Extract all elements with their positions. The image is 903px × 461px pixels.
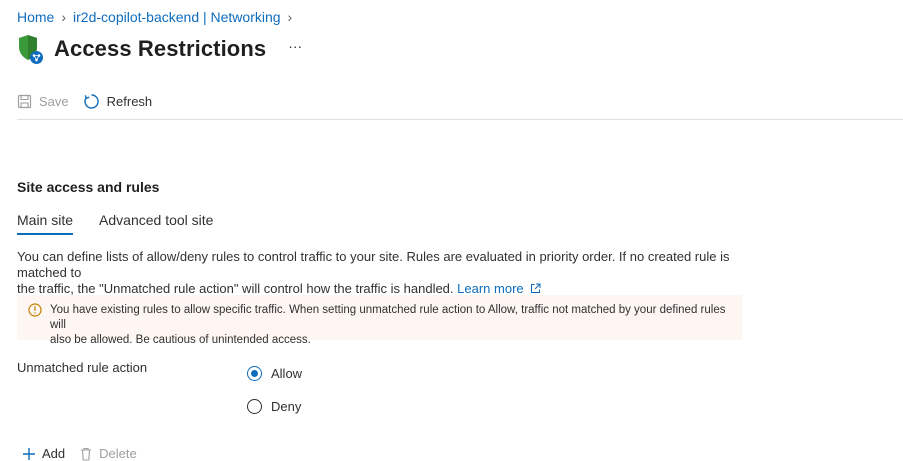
radio-deny[interactable]: Deny xyxy=(247,399,301,414)
site-tabs: Main site Advanced tool site xyxy=(17,212,239,235)
chevron-right-icon: › xyxy=(61,9,67,25)
chevron-right-icon: › xyxy=(287,9,293,25)
radio-deny-label: Deny xyxy=(271,399,302,414)
warning-line-2: also be allowed. Be cautious of unintend… xyxy=(50,334,311,346)
refresh-icon xyxy=(83,93,99,109)
section-title: Site access and rules xyxy=(17,179,160,195)
breadcrumb-networking-link[interactable]: ir2d-copilot-backend | Networking xyxy=(73,9,281,25)
description-line-2: the traffic, the "Unmatched rule action"… xyxy=(17,281,454,296)
trash-icon xyxy=(81,447,92,461)
add-icon xyxy=(23,447,35,460)
warning-banner: You have existing rules to allow specifi… xyxy=(17,295,742,346)
command-bar: Save Refresh xyxy=(17,90,166,112)
add-label: Add xyxy=(42,446,66,461)
tab-main-site[interactable]: Main site xyxy=(17,212,74,235)
radio-allow[interactable]: Allow xyxy=(247,366,302,381)
learn-more-label: Learn more xyxy=(457,281,524,296)
unmatched-rule-action-label: Unmatched rule action xyxy=(17,360,148,375)
save-icon xyxy=(17,94,32,108)
save-button[interactable]: Save xyxy=(17,94,69,109)
divider xyxy=(17,119,903,120)
shield-network-icon xyxy=(19,35,43,64)
add-rule-button[interactable]: Add xyxy=(22,446,65,461)
page-header: Access Restrictions ··· xyxy=(17,33,302,65)
radio-allow-label: Allow xyxy=(271,366,303,381)
external-link-icon xyxy=(531,283,541,293)
warning-line-1: You have existing rules to allow specifi… xyxy=(50,304,726,331)
delete-rule-button[interactable]: Delete xyxy=(79,446,137,461)
refresh-label: Refresh xyxy=(106,93,153,109)
save-label: Save xyxy=(39,93,69,109)
info-warning-icon xyxy=(28,303,42,317)
learn-more-link[interactable]: Learn more xyxy=(457,281,541,296)
breadcrumb: Home › ir2d-copilot-backend | Networking… xyxy=(17,9,299,25)
description-line-1: You can define lists of allow/deny rules… xyxy=(17,249,730,280)
radio-deny-indicator[interactable] xyxy=(247,399,262,414)
radio-allow-indicator[interactable] xyxy=(247,366,262,381)
rules-toolbar: Add Delete xyxy=(22,446,151,461)
tab-advanced-tool-site[interactable]: Advanced tool site xyxy=(99,212,213,235)
description-text: You can define lists of allow/deny rules… xyxy=(17,249,737,297)
more-options-button[interactable]: ··· xyxy=(288,38,302,54)
breadcrumb-home-link[interactable]: Home xyxy=(17,9,54,25)
refresh-button[interactable]: Refresh xyxy=(83,93,153,110)
page-title: Access Restrictions xyxy=(54,36,267,61)
delete-label: Delete xyxy=(99,446,137,461)
